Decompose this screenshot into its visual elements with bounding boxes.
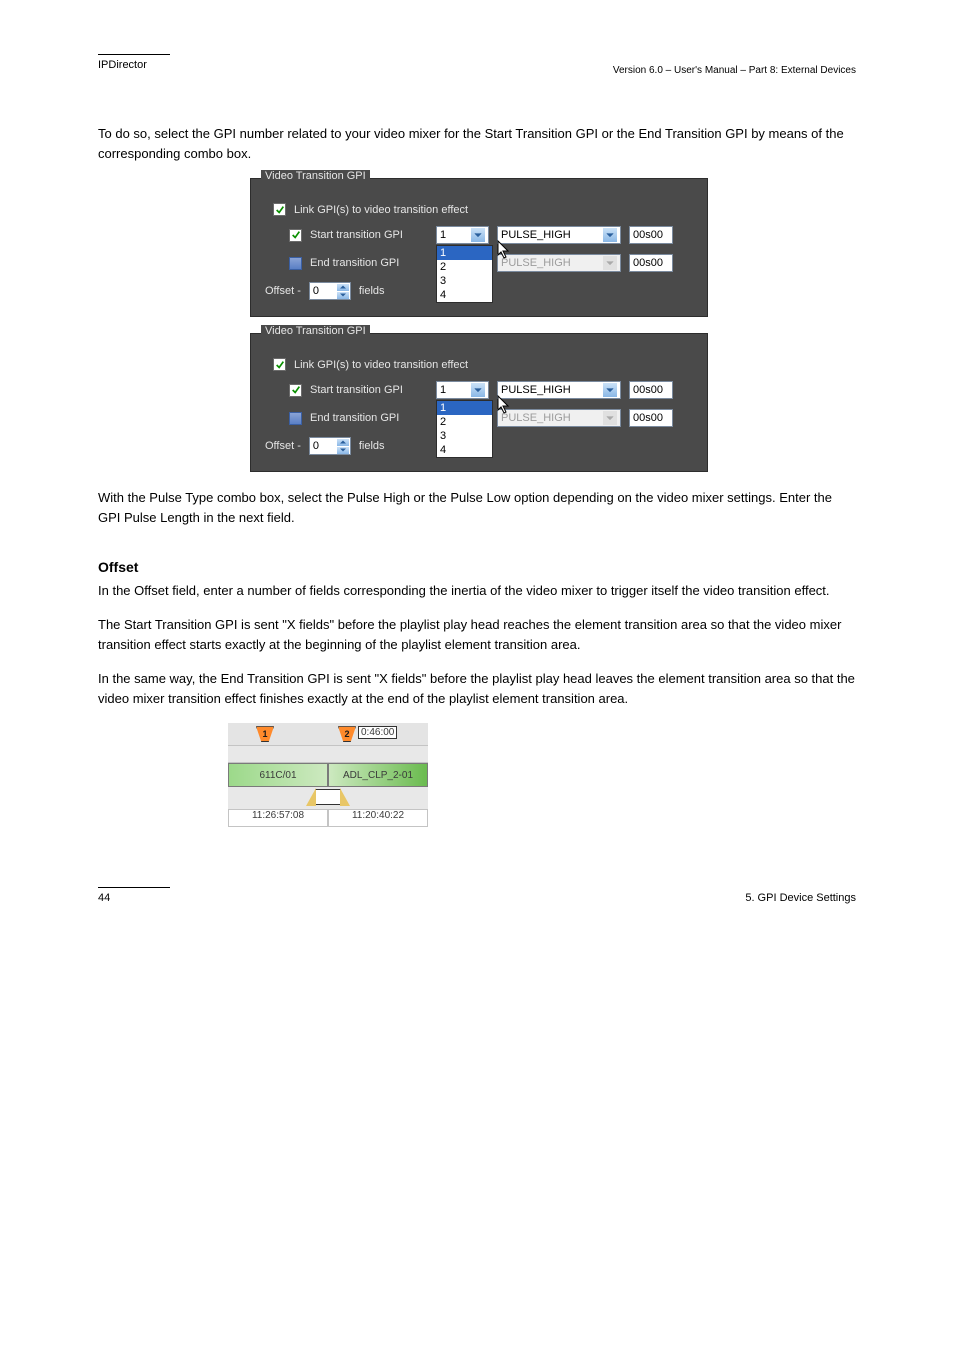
offset-spinner[interactable]: 0	[309, 437, 351, 455]
pulse-type-value-disabled: PULSE_HIGH	[501, 412, 571, 424]
chevron-down-icon	[471, 383, 485, 397]
combo-value: 1	[440, 229, 446, 241]
combo-option-3[interactable]: 3	[437, 429, 492, 443]
combo-dropdown-list[interactable]: 1 2 3 4	[436, 245, 493, 303]
combo-option-4[interactable]: 4	[437, 443, 492, 457]
paragraph-3: In the Offset field, enter a number of f…	[98, 581, 856, 601]
marker-1: 1	[256, 726, 274, 742]
combo-option-4[interactable]: 4	[437, 288, 492, 302]
transition-indicator	[315, 789, 341, 805]
pulse-type-value: PULSE_HIGH	[501, 229, 571, 241]
timecode-a: 11:26:57:08	[228, 809, 328, 827]
combo-value: 1	[440, 384, 446, 396]
duration-field-end[interactable]: 00s00	[629, 254, 673, 272]
combo-gpi-number-start[interactable]: 1 1 2 3 4	[436, 381, 489, 399]
label-link-gpi: Link GPI(s) to video transition effect	[294, 359, 468, 371]
label-fields: fields	[359, 285, 385, 297]
panel-video-transition-gpi-1: Video Transition GPI Link GPI(s) to vide…	[250, 178, 708, 317]
checkbox-end-transition[interactable]	[289, 257, 302, 270]
spinner-down-icon[interactable]	[337, 447, 349, 454]
combo-option-2[interactable]: 2	[437, 260, 492, 274]
spinner-up-icon[interactable]	[337, 284, 349, 291]
label-end-transition: End transition GPI	[310, 412, 428, 424]
spinner-up-icon[interactable]	[337, 439, 349, 446]
clip-b: ADL_CLP_2-01	[328, 763, 428, 787]
marker-2: 2	[338, 726, 356, 742]
panel-legend: Video Transition GPI	[261, 170, 370, 182]
checkbox-link-gpi[interactable]	[273, 358, 286, 371]
label-start-transition: Start transition GPI	[310, 384, 428, 396]
combo-pulse-type-end: PULSE_HIGH	[497, 409, 621, 427]
footer-page-number: 44	[98, 892, 110, 904]
label-start-transition: Start transition GPI	[310, 229, 428, 241]
combo-gpi-number-start[interactable]: 1 1 2 3 4	[436, 226, 489, 244]
combo-option-3[interactable]: 3	[437, 274, 492, 288]
paragraph-5: In the same way, the End Transition GPI …	[98, 669, 856, 709]
combo-option-1[interactable]: 1	[437, 401, 492, 415]
checkbox-start-transition[interactable]	[289, 384, 302, 397]
offset-spinner[interactable]: 0	[309, 282, 351, 300]
label-end-transition: End transition GPI	[310, 257, 428, 269]
chevron-down-icon	[603, 228, 617, 242]
checkbox-link-gpi[interactable]	[273, 203, 286, 216]
label-fields: fields	[359, 440, 385, 452]
duration-field-start[interactable]: 00s00	[629, 381, 673, 399]
label-offset: Offset -	[265, 440, 301, 452]
combo-option-1[interactable]: 1	[437, 246, 492, 260]
chevron-down-icon	[471, 228, 485, 242]
offset-value: 0	[313, 440, 319, 452]
offset-value: 0	[313, 285, 319, 297]
ruler-time: 0:46:00	[358, 726, 397, 739]
checkbox-end-transition[interactable]	[289, 412, 302, 425]
label-offset: Offset -	[265, 285, 301, 297]
clip-a: 611C/01	[228, 763, 328, 787]
pulse-type-value: PULSE_HIGH	[501, 384, 571, 396]
spinner-down-icon[interactable]	[337, 292, 349, 299]
panel-legend: Video Transition GPI	[261, 325, 370, 337]
combo-pulse-type-start[interactable]: PULSE_HIGH	[497, 381, 621, 399]
label-link-gpi: Link GPI(s) to video transition effect	[294, 204, 468, 216]
paragraph-2: With the Pulse Type combo box, select th…	[98, 488, 856, 528]
timeline-diagram: 1 2 0:46:00 611C/01 ADL_CLP_2-01 11:26:5…	[228, 723, 428, 827]
chevron-down-icon	[603, 383, 617, 397]
panel-video-transition-gpi-2: Video Transition GPI Link GPI(s) to vide…	[250, 333, 708, 472]
combo-pulse-type-end: PULSE_HIGH	[497, 254, 621, 272]
paragraph-4: The Start Transition GPI is sent "X fiel…	[98, 615, 856, 655]
duration-field-end[interactable]: 00s00	[629, 409, 673, 427]
chevron-down-icon	[603, 411, 617, 425]
footer-section: 5. GPI Device Settings	[745, 892, 856, 904]
duration-field-start[interactable]: 00s00	[629, 226, 673, 244]
combo-option-2[interactable]: 2	[437, 415, 492, 429]
heading-offset: Offset	[98, 559, 856, 575]
pulse-type-value-disabled: PULSE_HIGH	[501, 257, 571, 269]
combo-pulse-type-start[interactable]: PULSE_HIGH	[497, 226, 621, 244]
header-doc: Version 6.0 – User's Manual – Part 8: Ex…	[98, 65, 856, 76]
checkbox-start-transition[interactable]	[289, 229, 302, 242]
paragraph-1: To do so, select the GPI number related …	[98, 124, 856, 164]
chevron-down-icon	[603, 256, 617, 270]
combo-dropdown-list[interactable]: 1 2 3 4	[436, 400, 493, 458]
timecode-b: 11:20:40:22	[328, 809, 428, 827]
